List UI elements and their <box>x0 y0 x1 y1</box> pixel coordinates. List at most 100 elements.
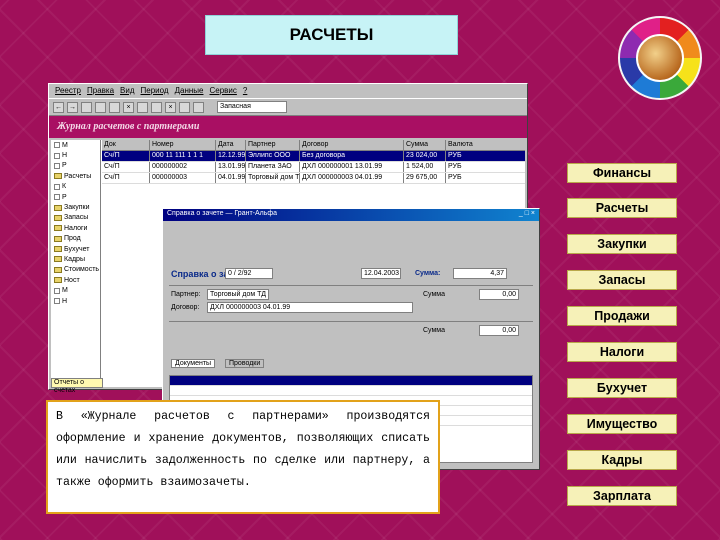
sum-field-2[interactable]: 0,00 <box>479 325 519 336</box>
expand-icon[interactable] <box>54 287 60 294</box>
nav-button-settlements[interactable]: Расчеты <box>567 198 677 218</box>
menu-item-data[interactable]: Данные <box>175 86 204 96</box>
folder-icon[interactable] <box>81 101 92 113</box>
table-row[interactable] <box>170 376 532 386</box>
menu-item-edit[interactable]: Правка <box>87 86 114 96</box>
tree-item[interactable]: К <box>51 182 100 192</box>
contract-field[interactable]: ДХЛ 000000003 04.01.99 <box>207 302 413 313</box>
column-header[interactable]: Валюта <box>446 140 476 150</box>
nav-button-staff[interactable]: Кадры <box>567 450 677 470</box>
nav-button-stock[interactable]: Запасы <box>567 270 677 290</box>
table-row[interactable]: Сч/П 000000003 04.01.99 Торговый дом ТД … <box>102 173 525 184</box>
partner-field[interactable]: Торговый дом ТД <box>207 289 269 300</box>
menu-bar: Реестр Правка Вид Период Данные Сервис ? <box>49 84 527 98</box>
tree-item-accounting[interactable]: Бухучет <box>51 244 100 254</box>
nav-button-salary[interactable]: Зарплата <box>567 486 677 506</box>
expand-icon[interactable] <box>54 142 60 149</box>
menu-item-service[interactable]: Сервис <box>209 86 236 96</box>
nav-button-purchases[interactable]: Закупки <box>567 234 677 254</box>
tree-footer-reports[interactable]: Отчеты о счетах <box>51 378 103 394</box>
folder-icon <box>54 235 62 242</box>
mode-select[interactable]: Запасная <box>217 101 287 113</box>
expand-icon[interactable] <box>54 162 60 169</box>
folder-icon <box>54 173 62 180</box>
filter-icon[interactable] <box>193 101 204 113</box>
dialog-title: Справка о зачете — Грант-Альфа <box>167 210 278 217</box>
certificate-number-field[interactable]: 0 / 2/92 <box>225 268 273 279</box>
close-icon[interactable]: × <box>165 101 176 113</box>
nav-button-accounting[interactable]: Бухучет <box>567 378 677 398</box>
menu-item-period[interactable]: Период <box>141 86 169 96</box>
tree-item-cost[interactable]: Стоимость <box>51 265 100 275</box>
delete-icon[interactable]: × <box>123 101 134 113</box>
forward-icon[interactable]: → <box>67 101 78 113</box>
sum-label: Сумма <box>423 291 445 298</box>
tree-item[interactable]: Ност <box>51 275 100 285</box>
window-close-icon[interactable]: _ □ × <box>519 210 535 220</box>
column-header[interactable]: Док <box>102 140 150 150</box>
tree-item-stock[interactable]: Запасы <box>51 213 100 223</box>
column-header[interactable]: Партнер <box>246 140 300 150</box>
description-text: В «Журнале расчетов с партнерами» произв… <box>46 400 440 514</box>
tree-item-sales[interactable]: Прод <box>51 234 100 244</box>
sum-field-1[interactable]: 0,00 <box>479 289 519 300</box>
menu-item-registry[interactable]: Реестр <box>55 86 81 96</box>
toolbar: ← → × × Запасная <box>49 98 527 116</box>
tree-item[interactable]: Н <box>51 296 100 306</box>
column-header[interactable]: Сумма <box>404 140 446 150</box>
amount-label: Сумма: <box>415 270 441 277</box>
nav-button-taxes[interactable]: Налоги <box>567 342 677 362</box>
company-logo <box>618 16 702 100</box>
tab-documents[interactable]: Документы <box>171 359 216 368</box>
tree-item-purchases[interactable]: Закупки <box>51 202 100 212</box>
certificate-date-field[interactable]: 12.04.2003 <box>361 268 401 279</box>
column-header[interactable]: Номер <box>150 140 216 150</box>
folder-icon <box>54 266 62 273</box>
journal-title: Журнал расчетов с партнерами <box>49 116 527 138</box>
tree-panel: М Н Р Расчеты К Р Закупки Запасы Налоги … <box>51 140 103 394</box>
separator <box>169 285 533 286</box>
menu-item-help[interactable]: ? <box>243 86 247 96</box>
dialog-title-bar: Справка о зачете — Грант-Альфа _ □ × <box>163 209 539 221</box>
properties-icon[interactable] <box>109 101 120 113</box>
nav-button-finance[interactable]: Финансы <box>567 163 677 183</box>
nav-button-property[interactable]: Имущество <box>567 414 677 434</box>
separator <box>169 321 533 322</box>
calendar-icon[interactable] <box>179 101 190 113</box>
copy-icon[interactable] <box>137 101 148 113</box>
tree-item[interactable]: Р <box>51 161 100 171</box>
back-icon[interactable]: ← <box>53 101 64 113</box>
table-row[interactable] <box>170 386 532 396</box>
expand-icon[interactable] <box>54 194 60 201</box>
folder-icon <box>54 214 62 221</box>
tree-item-settlements[interactable]: Расчеты <box>51 171 100 181</box>
expand-icon[interactable] <box>54 152 60 159</box>
journal-table: Док Номер Дата Партнер Договор Сумма Вал… <box>102 140 525 184</box>
tree-item-staff[interactable]: Кадры <box>51 254 100 264</box>
logo-center <box>636 34 684 82</box>
folder-icon <box>54 277 62 284</box>
folder-icon <box>54 225 62 232</box>
tree-item[interactable]: М <box>51 285 100 295</box>
column-header[interactable]: Дата <box>216 140 246 150</box>
new-icon[interactable] <box>95 101 106 113</box>
print-icon[interactable] <box>151 101 162 113</box>
tab-postings[interactable]: Проводки <box>225 359 265 368</box>
tree-item[interactable]: Р <box>51 192 100 202</box>
slide-title: РАСЧЕТЫ <box>205 15 458 55</box>
column-header[interactable]: Договор <box>300 140 404 150</box>
tree-item-taxes[interactable]: Налоги <box>51 223 100 233</box>
table-row[interactable]: Сч/П 000 11 111 1 1 1 12.12.99 Эллипс ОО… <box>102 151 525 162</box>
expand-icon[interactable] <box>54 298 60 305</box>
contract-label: Договор: <box>171 304 200 311</box>
folder-icon <box>54 256 62 263</box>
nav-button-sales[interactable]: Продажи <box>567 306 677 326</box>
folder-icon <box>54 204 62 211</box>
amount-field[interactable]: 4,37 <box>453 268 507 279</box>
menu-item-view[interactable]: Вид <box>120 86 134 96</box>
tree-item[interactable]: М <box>51 140 100 150</box>
expand-icon[interactable] <box>54 183 60 190</box>
table-row[interactable]: Сч/П 000000002 13.01.99 Планета ЗАО ДХЛ … <box>102 162 525 173</box>
tree-item[interactable]: Н <box>51 150 100 160</box>
sum-label: Сумма <box>423 327 445 334</box>
